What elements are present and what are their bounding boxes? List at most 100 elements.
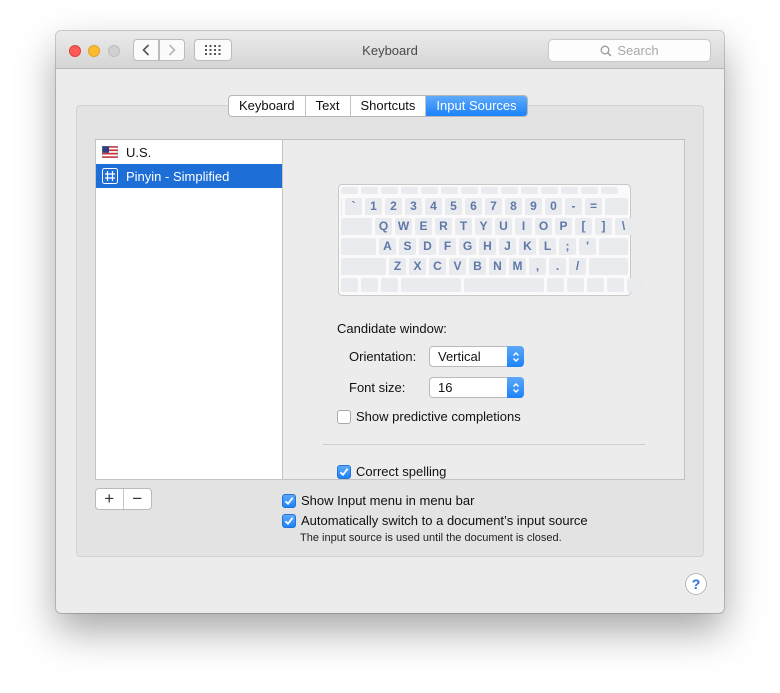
keyboard-key: S <box>399 238 416 255</box>
checkmark-icon <box>339 467 349 476</box>
keyboard-key-modifier <box>341 218 372 235</box>
keyboard-key-modifier <box>605 198 628 215</box>
auto-switch-option[interactable]: Automatically switch to a document’s inp… <box>282 513 588 528</box>
checkmark-icon <box>284 516 294 525</box>
keyboard-key: 2 <box>385 198 402 215</box>
keyboard-key-blank <box>561 187 578 194</box>
correct-spelling-checkbox[interactable] <box>337 464 351 479</box>
keyboard-key: J <box>499 238 516 255</box>
auto-switch-checkbox[interactable] <box>282 513 296 528</box>
keyboard-key: / <box>569 258 586 275</box>
keyboard-key: I <box>515 218 532 235</box>
keyboard-key: X <box>409 258 426 275</box>
keyboard-key: E <box>415 218 432 235</box>
keyboard-key: D <box>419 238 436 255</box>
show-input-menu-label: Show Input menu in menu bar <box>301 493 475 508</box>
keyboard-key-blank <box>401 187 418 194</box>
keyboard-key-modifier <box>341 258 386 275</box>
keyboard-key: , <box>529 258 546 275</box>
keyboard-key-blank <box>587 278 604 292</box>
show-input-menu-option[interactable]: Show Input menu in menu bar <box>282 493 474 508</box>
keyboard-key: T <box>455 218 472 235</box>
keyboard-key: V <box>449 258 466 275</box>
keyboard-key: ` <box>345 198 362 215</box>
keyboard-key: M <box>509 258 526 275</box>
keyboard-key-blank <box>581 187 598 194</box>
keyboard-key: G <box>459 238 476 255</box>
keyboard-key: 7 <box>485 198 502 215</box>
correct-spelling-label: Correct spelling <box>356 464 447 479</box>
keyboard-key: K <box>519 238 536 255</box>
keyboard-key-modifier <box>589 258 628 275</box>
keyboard-key: - <box>565 198 582 215</box>
keyboard-key: Z <box>389 258 406 275</box>
title-bar: Keyboard Search <box>56 31 724 69</box>
keyboard-key: 8 <box>505 198 522 215</box>
search-icon <box>600 45 612 57</box>
keyboard-key: U <box>495 218 512 235</box>
auto-switch-label: Automatically switch to a document’s inp… <box>301 513 588 528</box>
keyboard-key-blank <box>464 278 544 292</box>
keyboard-key: 9 <box>525 198 542 215</box>
tab-shortcuts[interactable]: Shortcuts <box>351 96 427 116</box>
predictive-completions-checkbox[interactable] <box>337 409 351 424</box>
remove-source-button[interactable]: − <box>124 489 151 509</box>
font-size-value: 16 <box>438 380 453 395</box>
keyboard-key: 5 <box>445 198 462 215</box>
keyboard-key-blank <box>501 187 518 194</box>
keyboard-preferences-window: Keyboard Search Keyboard Text Shortcuts … <box>56 31 724 613</box>
keyboard-key: O <box>535 218 552 235</box>
add-source-button[interactable]: + <box>96 489 124 509</box>
keyboard-key: 0 <box>545 198 562 215</box>
keyboard-key-blank <box>441 187 458 194</box>
keyboard-key: ] <box>595 218 612 235</box>
keyboard-key: ; <box>559 238 576 255</box>
keyboard-key: R <box>435 218 452 235</box>
keyboard-key-blank <box>361 278 378 292</box>
keyboard-key: C <box>429 258 446 275</box>
font-size-popup[interactable]: 16 <box>429 377 524 398</box>
source-item-label: Pinyin - Simplified <box>126 168 230 184</box>
popup-arrows-icon <box>507 346 524 367</box>
keyboard-key-blank <box>461 187 478 194</box>
keyboard-key-blank <box>341 278 358 292</box>
keyboard-key-blank <box>361 187 378 194</box>
keyboard-key-blank <box>401 278 461 292</box>
keyboard-key: Q <box>375 218 392 235</box>
add-remove-buttons: + − <box>95 488 152 510</box>
keyboard-key: . <box>549 258 566 275</box>
correct-spelling-option[interactable]: Correct spelling <box>337 464 446 479</box>
orientation-value: Vertical <box>438 349 481 364</box>
keyboard-key-blank <box>341 187 358 194</box>
auto-switch-note: The input source is used until the docum… <box>300 532 562 544</box>
keyboard-key: 6 <box>465 198 482 215</box>
keyboard-key: P <box>555 218 572 235</box>
keyboard-key: \ <box>615 218 632 235</box>
keyboard-key-blank <box>627 278 644 292</box>
tab-keyboard[interactable]: Keyboard <box>229 96 306 116</box>
orientation-label: Orientation: <box>349 349 417 364</box>
keyboard-key: F <box>439 238 456 255</box>
keyboard-key-blank <box>381 187 398 194</box>
predictive-completions-option[interactable]: Show predictive completions <box>337 409 521 424</box>
keyboard-key-modifier <box>599 238 628 255</box>
search-field[interactable]: Search <box>548 39 711 62</box>
popup-arrows-icon <box>507 377 524 398</box>
keyboard-key: = <box>585 198 602 215</box>
tab-input-sources[interactable]: Input Sources <box>426 96 527 116</box>
help-button[interactable]: ? <box>685 573 707 595</box>
keyboard-key: 3 <box>405 198 422 215</box>
source-item-pinyin-simplified[interactable]: Pinyin - Simplified <box>96 164 282 188</box>
candidate-window-heading: Candidate window: <box>337 321 447 336</box>
keyboard-key: L <box>539 238 556 255</box>
show-input-menu-checkbox[interactable] <box>282 493 296 508</box>
predictive-completions-label: Show predictive completions <box>356 409 521 424</box>
keyboard-preview: ` 1 2 3 4 5 6 7 8 9 0- = Q W E R T Y U I O P[] \ A S D F G H J K L; ' Z X C… <box>338 184 644 296</box>
keyboard-key: B <box>469 258 486 275</box>
tab-text[interactable]: Text <box>306 96 351 116</box>
keyboard-key-blank <box>381 278 398 292</box>
orientation-popup[interactable]: Vertical <box>429 346 524 367</box>
keyboard-key: Y <box>475 218 492 235</box>
source-item-us[interactable]: U.S. <box>96 140 282 164</box>
keyboard-key: [ <box>575 218 592 235</box>
